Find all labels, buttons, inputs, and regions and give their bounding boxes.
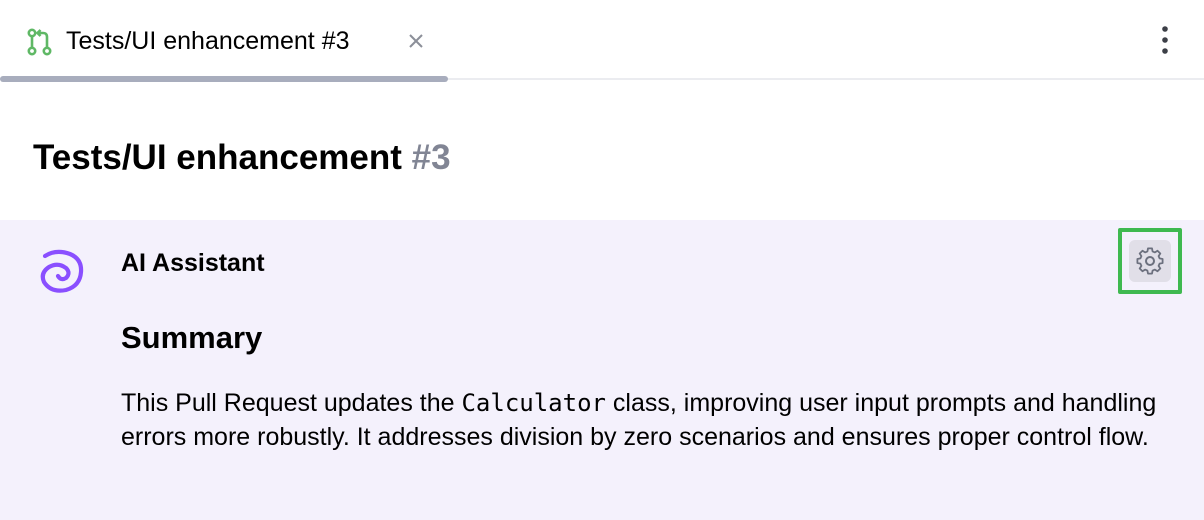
more-options-button[interactable]	[1150, 22, 1180, 58]
tab-label: Tests/UI enhancement #3	[66, 27, 350, 55]
settings-button[interactable]	[1118, 228, 1182, 294]
page-title: Tests/UI enhancement #3	[33, 136, 451, 180]
summary-heading: Summary	[121, 320, 263, 355]
assistant-name: AI Assistant	[121, 249, 265, 277]
active-tab-indicator	[0, 76, 448, 82]
pull-request-title: Tests/UI enhancement	[33, 138, 402, 177]
pull-request-number: #3	[411, 138, 451, 177]
editor-tab-bar: Tests/UI enhancement #3	[0, 0, 1204, 82]
summary-code-class: Calculator	[461, 389, 606, 417]
summary-text: This Pull Request updates the Calculator…	[121, 386, 1181, 454]
tab-pull-request[interactable]: Tests/UI enhancement #3	[0, 0, 448, 82]
more-vertical-icon	[1150, 26, 1180, 62]
close-icon[interactable]	[405, 30, 427, 52]
summary-text-start: This Pull Request updates the	[121, 389, 462, 417]
pull-request-icon	[26, 28, 54, 56]
ai-assistant-panel: AI Assistant Summary This Pull Request u…	[0, 220, 1204, 520]
ai-assistant-logo-icon	[36, 246, 86, 296]
settings-button-background	[1129, 240, 1171, 282]
